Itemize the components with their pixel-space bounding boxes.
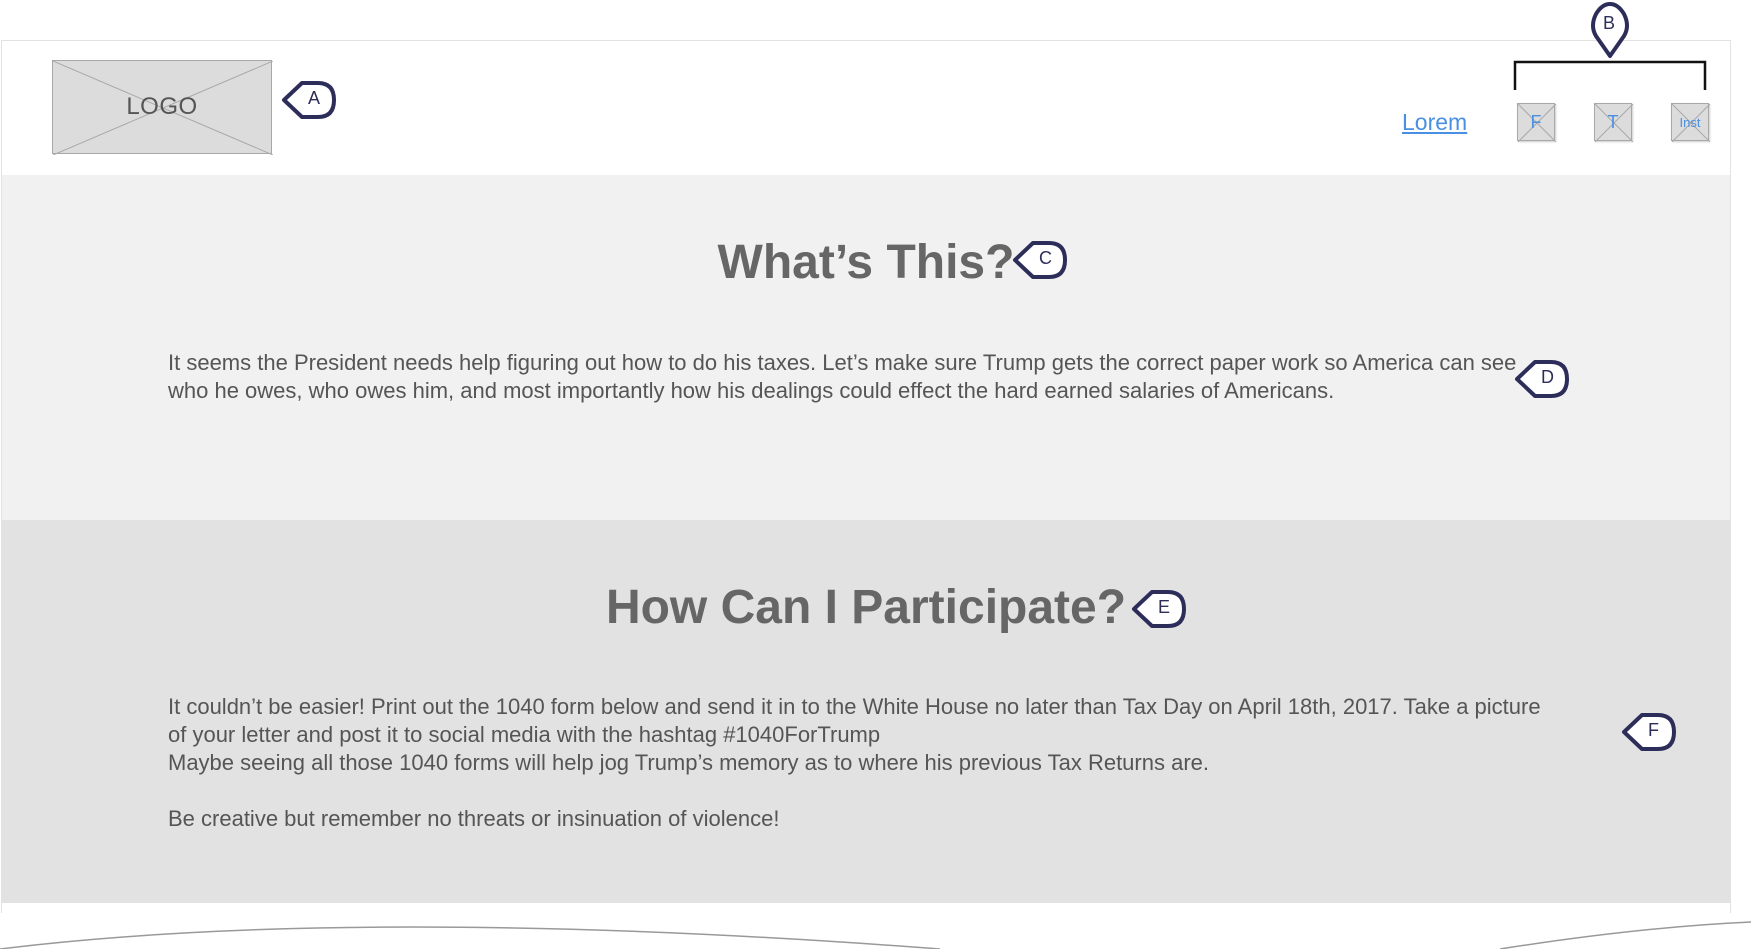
site-header: LOGO Lorem F T Inst	[2, 41, 1730, 175]
annotation-label-f: F	[1648, 720, 1659, 740]
twitter-button[interactable]: T	[1594, 103, 1633, 142]
whats-this-section: What’s This? It seems the President need…	[2, 175, 1730, 520]
participate-text-1: It couldn’t be easier! Print out the 104…	[168, 694, 1541, 747]
annotation-label-e: E	[1158, 597, 1171, 617]
facebook-label: F	[1530, 111, 1542, 132]
page-frame: LOGO Lorem F T Inst What’s This? It seem…	[1, 40, 1731, 913]
participate-heading: How Can I Participate?	[605, 581, 1127, 634]
instagram-button[interactable]: Inst	[1671, 103, 1710, 142]
logo-placeholder[interactable]: LOGO	[52, 60, 273, 155]
participate-text-3: Be creative but remember no threats or i…	[168, 806, 780, 831]
participate-section: How Can I Participate? It couldn’t be ea…	[2, 520, 1730, 903]
annotation-label-c: C	[1039, 248, 1052, 268]
facebook-button[interactable]: F	[1517, 103, 1556, 142]
nav-link-lorem[interactable]: Lorem	[1402, 109, 1467, 136]
twitter-label: T	[1607, 111, 1619, 132]
participate-text-2: Maybe seeing all those 1040 forms will h…	[168, 750, 1210, 775]
annotation-label-a: A	[308, 88, 321, 108]
participate-body: It couldn’t be easier! Print out the 104…	[168, 693, 1548, 833]
whats-this-body: It seems the President needs help figuri…	[168, 349, 1548, 405]
annotation-label-b: B	[1603, 13, 1616, 33]
instagram-label: Inst	[1679, 114, 1701, 130]
annotation-label-d: D	[1541, 367, 1554, 387]
whats-this-heading: What’s This?	[717, 236, 1015, 289]
torn-edge-divider	[0, 921, 1751, 949]
logo-text: LOGO	[126, 93, 198, 120]
whats-this-text: It seems the President needs help figuri…	[168, 350, 1517, 403]
